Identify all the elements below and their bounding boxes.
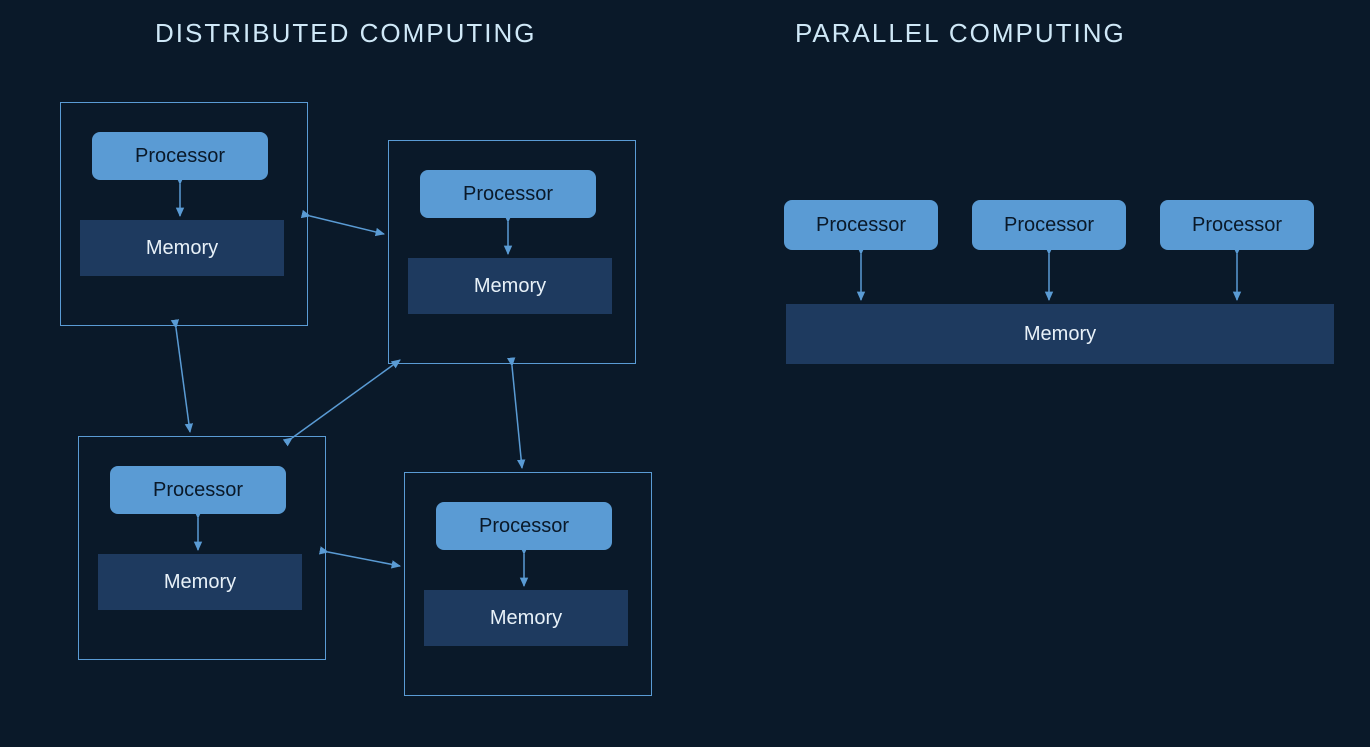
arrow-n1-n3 [176,328,190,432]
arrow-n3-n2 [292,360,400,438]
memory-box-2: Memory [408,258,612,314]
memory-box-4: Memory [424,590,628,646]
distributed-title: DISTRIBUTED COMPUTING [155,18,536,49]
arrow-n2-n4 [512,366,522,468]
parallel-title: PARALLEL COMPUTING [795,18,1126,49]
parallel-processor-3: Processor [1160,200,1314,250]
arrow-n1-n2 [310,216,384,234]
arrow-n3-n4 [328,552,400,566]
parallel-shared-memory: Memory [786,304,1334,364]
processor-box-1: Processor [92,132,268,180]
processor-box-2: Processor [420,170,596,218]
memory-box-1: Memory [80,220,284,276]
parallel-processor-2: Processor [972,200,1126,250]
memory-box-3: Memory [98,554,302,610]
parallel-processor-1: Processor [784,200,938,250]
processor-box-4: Processor [436,502,612,550]
processor-box-3: Processor [110,466,286,514]
